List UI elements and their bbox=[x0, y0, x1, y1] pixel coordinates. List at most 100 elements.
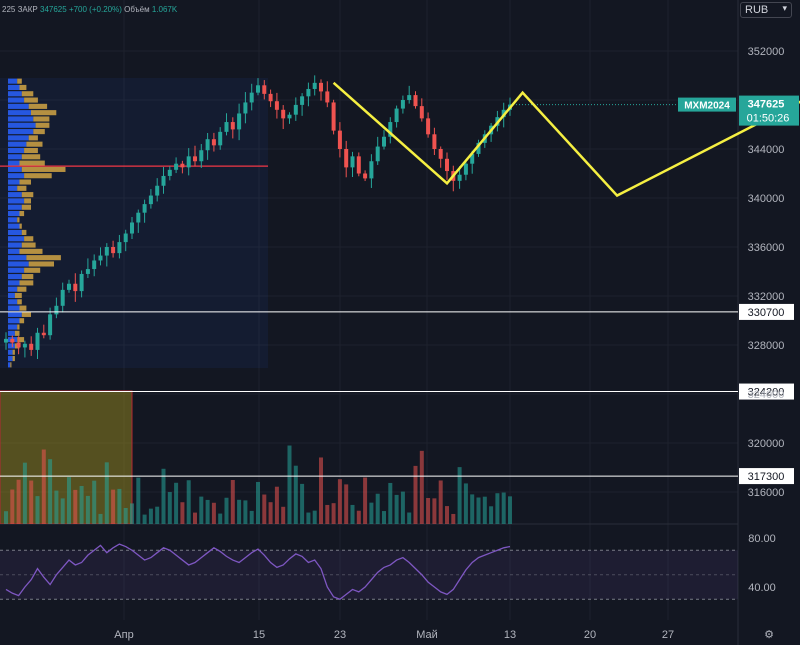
candle-body bbox=[350, 156, 355, 168]
candle-body bbox=[432, 134, 437, 149]
volume-profile-up-bar bbox=[8, 204, 22, 210]
candle-body bbox=[369, 161, 374, 179]
volume-bar bbox=[400, 491, 405, 524]
volume-bar bbox=[142, 514, 147, 524]
candle-body bbox=[463, 163, 468, 175]
candle-body bbox=[407, 95, 412, 100]
volume-bar bbox=[193, 512, 197, 524]
candle-body bbox=[306, 88, 311, 97]
candle-body bbox=[123, 233, 128, 243]
volume-profile-up-bar bbox=[8, 185, 18, 191]
candle-body bbox=[382, 136, 386, 147]
volume-bar bbox=[60, 498, 65, 524]
candle-body bbox=[300, 96, 305, 105]
symbol-tag-label: MXM2024 bbox=[684, 101, 730, 112]
currency-select[interactable]: RUB ▾ bbox=[740, 2, 792, 18]
volume-profile-down-bar bbox=[19, 210, 25, 217]
volume-profile-up-bar bbox=[8, 122, 36, 128]
candle-body bbox=[268, 93, 273, 102]
chevron-down-icon: ▾ bbox=[782, 3, 787, 13]
price-tick-label: 344000 bbox=[748, 144, 785, 156]
price-level-label: 317300 bbox=[748, 471, 785, 483]
price-chart[interactable]: 330700324200317300 316000320000324000328… bbox=[0, 0, 800, 645]
candle-body bbox=[10, 338, 15, 343]
candle-body bbox=[136, 212, 141, 223]
volume-bar bbox=[16, 479, 21, 524]
volume-bar bbox=[268, 502, 273, 524]
candle-body bbox=[426, 118, 431, 135]
volume-profile-up-bar bbox=[8, 135, 29, 141]
time-tick-label: 20 bbox=[584, 629, 596, 641]
volume-profile-down-bar bbox=[19, 160, 45, 166]
volume-profile-down-bar bbox=[24, 236, 34, 242]
candle-body bbox=[54, 305, 59, 315]
volume-bar bbox=[174, 482, 179, 524]
legend-close-label: ЗАКР bbox=[17, 5, 38, 14]
candle-body bbox=[98, 255, 103, 261]
candle-body bbox=[445, 158, 449, 172]
candle-body bbox=[79, 273, 84, 292]
candle-body bbox=[130, 222, 134, 234]
volume-profile-up-bar bbox=[8, 267, 25, 273]
volume-profile-down-bar bbox=[24, 173, 52, 179]
candle-body bbox=[375, 146, 380, 162]
candle-body bbox=[155, 185, 160, 196]
time-axis[interactable]: Апр 15 23 Май 13 20 27 ⚙ bbox=[114, 629, 774, 641]
candle-body bbox=[344, 149, 349, 168]
currency-value: RUB bbox=[745, 4, 769, 16]
volume-profile-down-bar bbox=[26, 255, 61, 261]
volume-bar bbox=[73, 489, 78, 524]
last-price-label: 347625 bbox=[748, 99, 785, 111]
volume-bar bbox=[287, 445, 292, 524]
volume-bar bbox=[256, 481, 260, 524]
candle-body bbox=[293, 104, 298, 115]
time-tick-label: 13 bbox=[504, 629, 516, 641]
price-tick-label: 340000 bbox=[748, 193, 785, 205]
volume-profile-down-bar bbox=[19, 305, 27, 311]
volume-profile-down-bar bbox=[33, 129, 45, 135]
rsi-tick-label: 40.00 bbox=[748, 582, 776, 594]
price-tick-label: 352000 bbox=[748, 46, 785, 58]
volume-bar bbox=[476, 497, 481, 524]
volume-bar bbox=[48, 459, 53, 524]
candle-body bbox=[16, 342, 21, 348]
candle-body bbox=[174, 163, 179, 170]
volume-profile-up-bar bbox=[8, 223, 20, 229]
price-tick-label: 336000 bbox=[748, 242, 785, 254]
rsi-tick-label: 80.00 bbox=[748, 533, 776, 545]
settings-gear-icon[interactable]: ⚙ bbox=[764, 629, 774, 641]
candle-body bbox=[111, 247, 116, 254]
volume-bar bbox=[29, 480, 34, 524]
volume-profile-up-bar bbox=[8, 248, 20, 254]
volume-profile-down-bar bbox=[21, 274, 34, 280]
volume-bar bbox=[136, 477, 141, 524]
time-tick-label: 15 bbox=[253, 629, 265, 641]
candle-body bbox=[161, 175, 166, 186]
candle-body bbox=[457, 174, 462, 181]
candle-body bbox=[325, 91, 330, 103]
volume-bar bbox=[350, 504, 355, 524]
volume-profile-up-bar bbox=[8, 179, 20, 185]
volume-bar bbox=[501, 492, 506, 524]
volume-profile-down-bar bbox=[24, 267, 41, 273]
volume-profile-up-bar bbox=[8, 343, 15, 349]
legend-volume-value: 1.067K bbox=[151, 5, 178, 14]
volume-profile-down-bar bbox=[17, 286, 27, 292]
price-tick-label: 332000 bbox=[748, 291, 785, 303]
volume-profile-up-bar bbox=[8, 255, 27, 261]
volume-profile-down-bar bbox=[17, 324, 20, 330]
volume-profile-up-bar bbox=[8, 173, 25, 179]
volume-profile-up-bar bbox=[8, 305, 20, 311]
volume-profile-down-bar bbox=[14, 292, 22, 299]
volume-profile-down-bar bbox=[28, 103, 48, 109]
volume-profile-up-bar bbox=[8, 299, 18, 305]
volume-bar bbox=[92, 480, 97, 524]
candle-body bbox=[148, 195, 153, 205]
volume-profile-down-bar bbox=[28, 261, 54, 267]
volume-bar bbox=[394, 494, 399, 524]
volume-bar bbox=[123, 507, 128, 524]
volume-bar bbox=[325, 504, 330, 524]
volume-bar bbox=[451, 513, 456, 524]
time-tick-label: 23 bbox=[334, 629, 346, 641]
volume-profile-down-bar bbox=[24, 198, 31, 204]
